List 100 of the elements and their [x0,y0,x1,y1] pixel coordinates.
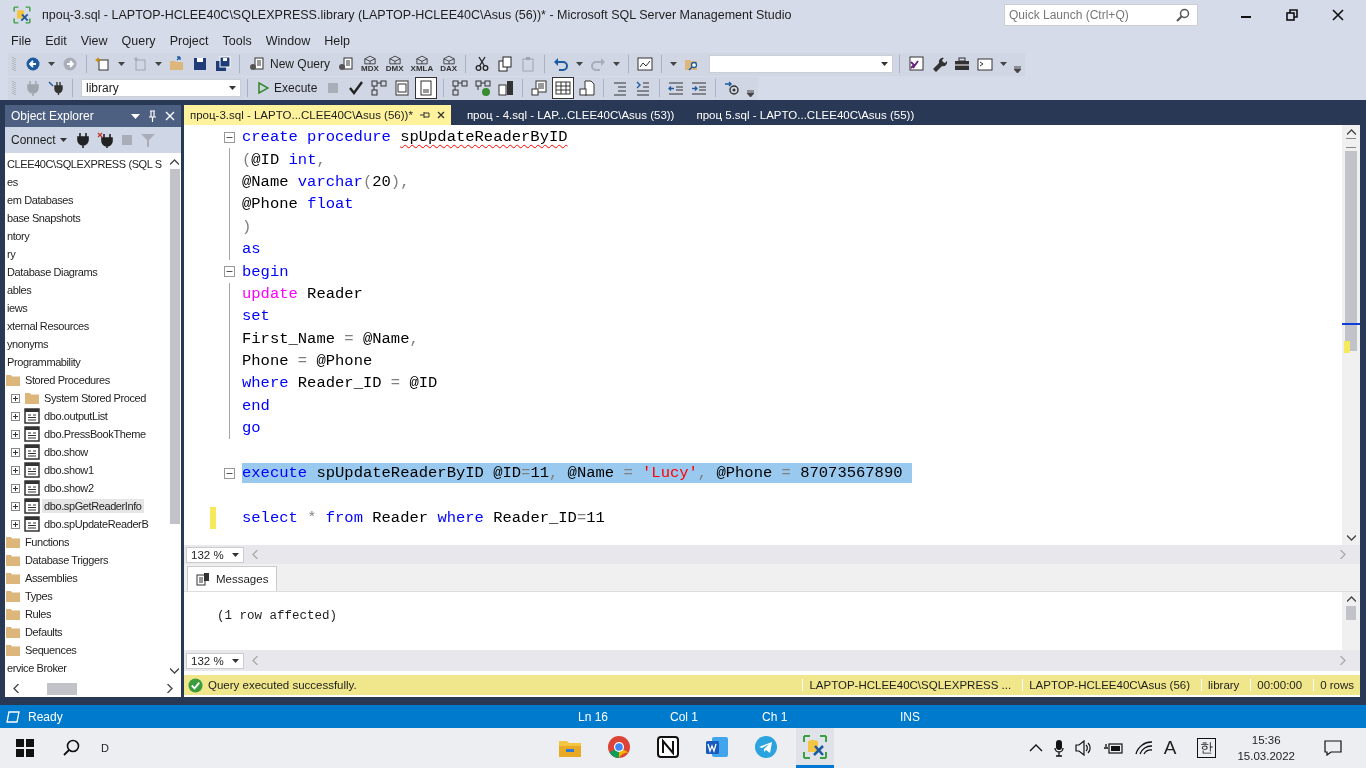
tree-item[interactable]: Database Diagrams [5,265,100,279]
scroll-thumb[interactable] [169,169,180,524]
tree-item[interactable]: dbo.PressBookTheme [42,427,148,441]
plug-icon[interactable] [76,132,89,148]
document-tab[interactable]: проц 5.sql - LAPTO...CLEE40C\Asus (55)) [690,105,921,125]
save-all-icon[interactable] [213,54,233,74]
activity-monitor-icon[interactable] [635,54,656,74]
query-type-button[interactable]: XMLA [408,55,436,73]
restore-icon[interactable] [1286,9,1298,21]
start-icon[interactable] [16,739,34,757]
solution-explorer-icon[interactable] [906,54,927,74]
tree-item[interactable]: dbo.spUpdateReaderB [42,517,151,531]
connect-button[interactable]: Connect [9,133,69,147]
execute-button[interactable]: Execute [254,81,321,95]
results-to-text-icon[interactable] [529,78,550,98]
menu-item[interactable]: Project [164,34,218,48]
dropdown-caret-icon[interactable] [576,62,584,66]
tree-item[interactable]: ynonyms [5,337,51,351]
query-type-button[interactable]: DMX [383,55,406,73]
tree-item[interactable]: xternal Resources [5,319,91,333]
menu-item[interactable]: View [75,34,117,48]
results-to-grid-icon[interactable] [552,77,575,99]
tree-item[interactable]: Functions [23,535,72,549]
volume-icon[interactable] [1074,740,1093,756]
tree-item[interactable]: dbo.show [42,445,90,459]
tree-item[interactable]: Types [23,589,55,603]
ime-indicator[interactable]: 한 [1197,738,1217,758]
scroll-up-icon[interactable] [170,159,179,165]
tree-item[interactable]: Defaults [23,625,65,639]
search-icon[interactable] [63,739,81,757]
query-type-button[interactable]: DAX [438,55,460,73]
expand-icon[interactable] [11,465,20,475]
expand-icon[interactable] [11,429,20,439]
scroll-down-icon[interactable] [170,668,179,674]
tree-item[interactable]: Database Triggers [23,553,111,567]
database-dropdown[interactable]: library [81,79,241,97]
toolbar-overflow-icon[interactable] [1014,64,1022,73]
tree-item[interactable]: Stored Procedures [23,373,112,387]
tree-item[interactable]: dbo.show2 [42,481,96,495]
menu-item[interactable]: Help [319,34,359,48]
disconnect-icon[interactable] [96,132,113,148]
search-text[interactable]: D [101,742,551,754]
quick-launch-field[interactable]: Quick Launch (Ctrl+Q) [1004,4,1198,26]
document-tab[interactable]: проц-3.sql - LAPTO...CLEE40C\Asus (56))* [184,105,451,125]
change-connection-icon[interactable] [46,78,66,98]
tree-item[interactable]: ables [5,283,34,297]
menu-item[interactable]: Query [116,34,165,48]
tree-item[interactable]: base Snapshots [5,211,83,225]
toolbar-grip[interactable] [12,55,16,73]
expand-icon[interactable] [11,519,20,529]
tree-item[interactable]: ervice Broker [5,661,69,675]
tree-item[interactable]: Sequences [23,643,79,657]
tree-item[interactable]: dbo.outputList [42,409,110,423]
zoom-dropdown[interactable]: 132 % [186,546,244,563]
collapse-icon[interactable] [223,467,235,479]
dropdown-caret-icon[interactable] [613,62,621,66]
tree-item[interactable]: ntory [5,229,32,243]
dropdown-caret-icon[interactable] [118,62,125,66]
menu-item[interactable]: Window [260,34,320,48]
intellisense-icon[interactable] [415,77,438,99]
tree-item[interactable]: es [5,175,20,189]
query-type-button[interactable]: MDX [359,55,381,73]
clock-time[interactable]: 15:36 [1251,732,1281,748]
tree-item[interactable]: dbo.spGetReaderInfo [42,499,144,513]
tree-item[interactable]: System Stored Proced [42,391,149,405]
scroll-up-icon[interactable] [1346,596,1356,602]
scroll-thumb[interactable] [1345,151,1357,351]
close-icon[interactable] [436,111,445,119]
splitter-handle[interactable] [1346,138,1356,148]
estimated-plan-icon[interactable] [450,78,471,98]
wifi-icon[interactable] [1134,741,1153,755]
menu-item[interactable]: File [6,34,41,48]
scroll-right-icon[interactable] [167,684,173,693]
pin-icon[interactable] [419,111,430,119]
menu-item[interactable]: Tools [217,34,261,48]
chevron-up-icon[interactable] [1028,744,1043,752]
expand-icon[interactable] [11,411,20,421]
tree-item[interactable]: ry [5,247,18,261]
zoom-dropdown[interactable]: 132 % [186,652,244,669]
document-tab[interactable]: проц - 4.sql - LAP...CLEE40C\Asus (53)) [460,105,681,125]
tree-item[interactable]: CLEE40C\SQLEXPRESS (SQL S [5,157,164,171]
expand-icon[interactable] [11,393,20,403]
dropdown-caret-icon[interactable] [155,62,162,66]
new-query-button[interactable]: New Query [246,56,334,72]
collapse-icon[interactable] [223,131,235,143]
expand-icon[interactable] [11,501,20,511]
tree-item[interactable]: dbo.show1 [42,463,96,477]
scroll-left-icon[interactable] [13,684,19,693]
dropdown-caret-icon[interactable] [48,62,55,66]
toolbar-grip[interactable] [12,79,16,97]
dropdown-caret-icon[interactable] [670,62,678,66]
notifications-icon[interactable] [1324,740,1342,756]
actual-plan-icon[interactable] [473,78,494,98]
tree-item[interactable]: iews [5,301,30,315]
menu-item[interactable]: Edit [40,34,76,48]
close-icon[interactable] [1332,9,1344,21]
expand-icon[interactable] [11,447,20,457]
tree-item[interactable]: Rules [23,607,54,621]
input-language[interactable]: A [1163,737,1177,759]
collapse-icon[interactable] [223,266,235,278]
